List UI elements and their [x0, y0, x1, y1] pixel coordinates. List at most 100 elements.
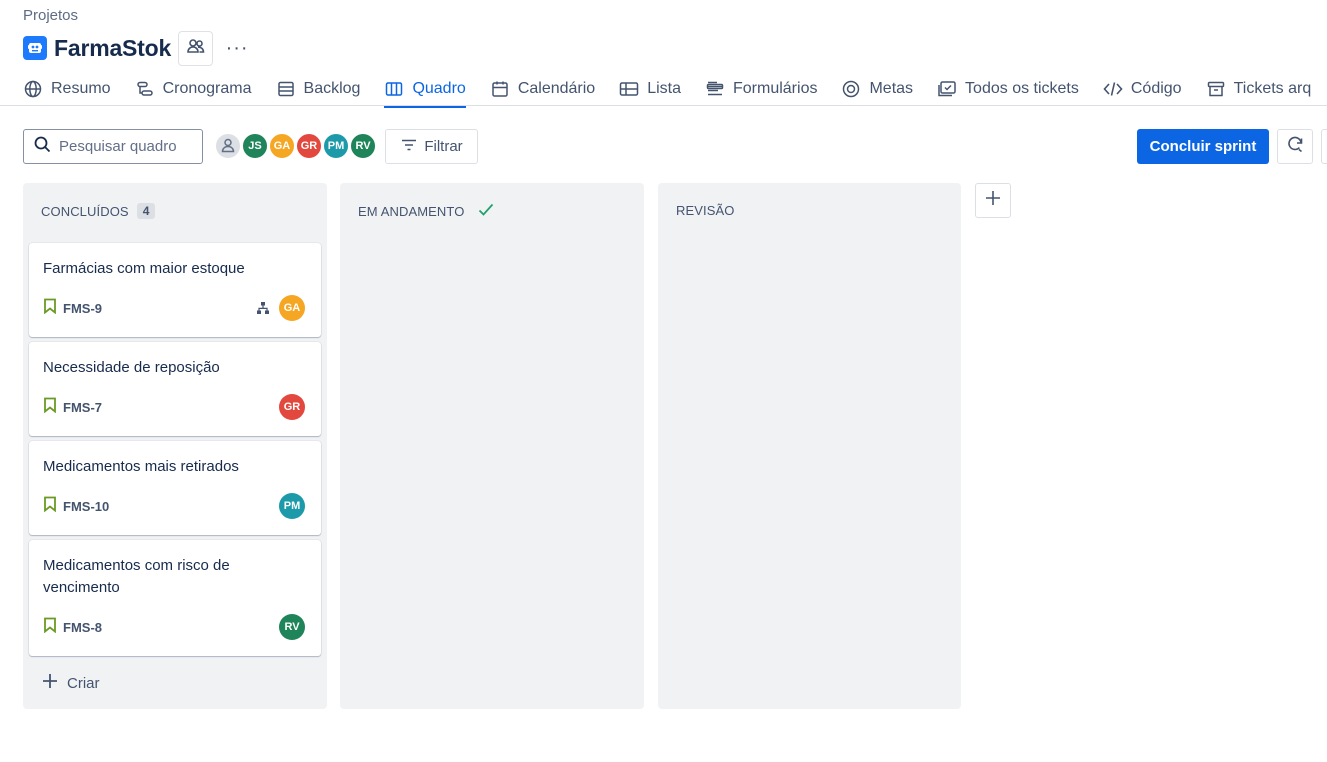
- avatar[interactable]: GA: [279, 295, 305, 321]
- tab-label: Tickets arq: [1233, 80, 1312, 97]
- backlog-icon: [276, 79, 296, 99]
- card-title: Medicamentos com risco de vencimento: [43, 557, 230, 596]
- card-footer: FMS-7 GR: [43, 394, 305, 420]
- globe-icon: [23, 79, 43, 99]
- card-title: Medicamentos mais retirados: [43, 458, 239, 475]
- card-title: Necessidade de reposição: [43, 359, 220, 376]
- tab-lista[interactable]: Lista: [619, 72, 681, 106]
- avatar[interactable]: GA: [268, 132, 296, 160]
- tab-label: Cronograma: [162, 80, 252, 97]
- column-title: EM ANDAMENTO: [358, 204, 465, 219]
- tab-label: Lista: [647, 80, 681, 97]
- tab-label: Código: [1130, 80, 1182, 97]
- issue-card[interactable]: Medicamentos mais retirados FMS-10 PM: [29, 441, 321, 535]
- tab-label: Resumo: [51, 80, 111, 97]
- code-icon: [1103, 79, 1123, 99]
- column-title: REVISÃO: [676, 203, 735, 218]
- avatar[interactable]: GR: [279, 394, 305, 420]
- issue-key[interactable]: FMS-9: [63, 301, 102, 316]
- tab-backlog[interactable]: Backlog: [276, 72, 361, 106]
- filter-label: Filtrar: [424, 138, 463, 155]
- timeline-icon: [135, 79, 155, 99]
- more-actions-button[interactable]: ···: [221, 32, 253, 64]
- team-button[interactable]: [178, 30, 214, 66]
- story-icon: [43, 617, 57, 638]
- tab-metas[interactable]: Metas: [841, 72, 913, 106]
- filter-button[interactable]: Filtrar: [385, 129, 478, 164]
- search-board[interactable]: [23, 129, 203, 164]
- tab-formularios[interactable]: Formulários: [705, 72, 817, 106]
- avatar[interactable]: PM: [279, 493, 305, 519]
- target-icon: [841, 79, 861, 99]
- more-board-options-button[interactable]: [1321, 129, 1327, 164]
- tab-todos-os-tickets[interactable]: Todos os tickets: [937, 72, 1079, 106]
- issue-card[interactable]: Medicamentos com risco de vencimento FMS…: [29, 540, 321, 656]
- tabs-divider: [0, 105, 1327, 106]
- card-footer: FMS-9 GA: [43, 295, 305, 321]
- story-icon: [43, 298, 57, 319]
- child-issues-icon[interactable]: [256, 301, 270, 315]
- tab-label: Todos os tickets: [965, 80, 1079, 97]
- tab-label: Formulários: [733, 80, 818, 97]
- tab-label: Backlog: [303, 80, 361, 97]
- tab-tickets-arquivados[interactable]: Tickets arq: [1206, 72, 1312, 106]
- forms-icon: [705, 79, 725, 99]
- tab-label: Calendário: [517, 80, 596, 97]
- issue-key[interactable]: FMS-8: [63, 620, 102, 635]
- board-icon: [384, 79, 404, 99]
- refresh-icon: [1285, 134, 1305, 159]
- issue-count-badge: 4: [136, 203, 156, 219]
- insights-button[interactable]: [1277, 129, 1313, 164]
- plus-icon: [41, 672, 59, 694]
- card-title: Farmácias com maior estoque: [43, 260, 245, 277]
- avatar[interactable]: GR: [295, 132, 323, 160]
- breadcrumb[interactable]: Projetos: [23, 7, 78, 24]
- calendar-icon: [490, 79, 510, 99]
- people-icon: [186, 36, 206, 61]
- complete-sprint-button[interactable]: Concluir sprint: [1137, 129, 1269, 164]
- search-input[interactable]: [59, 138, 189, 155]
- column-revisao: REVISÃO: [658, 183, 961, 709]
- tab-cronograma[interactable]: Cronograma: [135, 72, 252, 106]
- filter-icon: [400, 136, 418, 158]
- create-issue-button[interactable]: Criar: [41, 672, 100, 694]
- issue-key[interactable]: FMS-7: [63, 400, 102, 415]
- tab-resumo[interactable]: Resumo: [23, 72, 111, 106]
- project-header: FarmaStok ···: [23, 30, 253, 66]
- issue-card[interactable]: Necessidade de reposição FMS-7 GR: [29, 342, 321, 436]
- done-check-icon: [478, 203, 494, 220]
- list-icon: [619, 79, 639, 99]
- project-board-icon: [23, 36, 47, 60]
- tab-calendario[interactable]: Calendário: [490, 72, 595, 106]
- tab-label: Quadro: [412, 80, 466, 97]
- tab-codigo[interactable]: Código: [1103, 72, 1182, 106]
- column-header[interactable]: EM ANDAMENTO: [358, 203, 494, 220]
- avatar[interactable]: JS: [241, 132, 269, 160]
- add-column-button[interactable]: [975, 183, 1011, 218]
- story-icon: [43, 397, 57, 418]
- column-header[interactable]: REVISÃO: [676, 203, 735, 218]
- unassigned-avatar[interactable]: [214, 132, 242, 160]
- user-icon: [220, 137, 236, 156]
- search-icon: [34, 136, 51, 158]
- column-title: CONCLUÍDOS: [41, 203, 129, 219]
- issue-key[interactable]: FMS-10: [63, 499, 109, 514]
- create-label: Criar: [67, 674, 100, 692]
- page-title: FarmaStok: [54, 34, 172, 61]
- issue-card[interactable]: Farmácias com maior estoque FMS-9 GA: [29, 243, 321, 337]
- card-footer: FMS-10 PM: [43, 493, 305, 519]
- archive-icon: [1206, 79, 1226, 99]
- column-concluidos: CONCLUÍDOS 4 Farmácias com maior estoque…: [23, 183, 327, 709]
- column-header[interactable]: CONCLUÍDOS 4: [41, 203, 156, 219]
- project-tabs: Resumo Cronograma Backlog Quadro Calendá…: [23, 72, 1327, 108]
- plus-icon: [984, 189, 1002, 212]
- card-footer: FMS-8 RV: [43, 614, 305, 640]
- avatar[interactable]: RV: [279, 614, 305, 640]
- story-icon: [43, 496, 57, 517]
- avatar[interactable]: RV: [349, 132, 377, 160]
- tickets-icon: [937, 79, 957, 99]
- assignee-filter: JS GA GR PM RV: [214, 132, 377, 160]
- column-em-andamento: EM ANDAMENTO: [340, 183, 644, 709]
- avatar[interactable]: PM: [322, 132, 350, 160]
- tab-quadro[interactable]: Quadro: [384, 72, 467, 108]
